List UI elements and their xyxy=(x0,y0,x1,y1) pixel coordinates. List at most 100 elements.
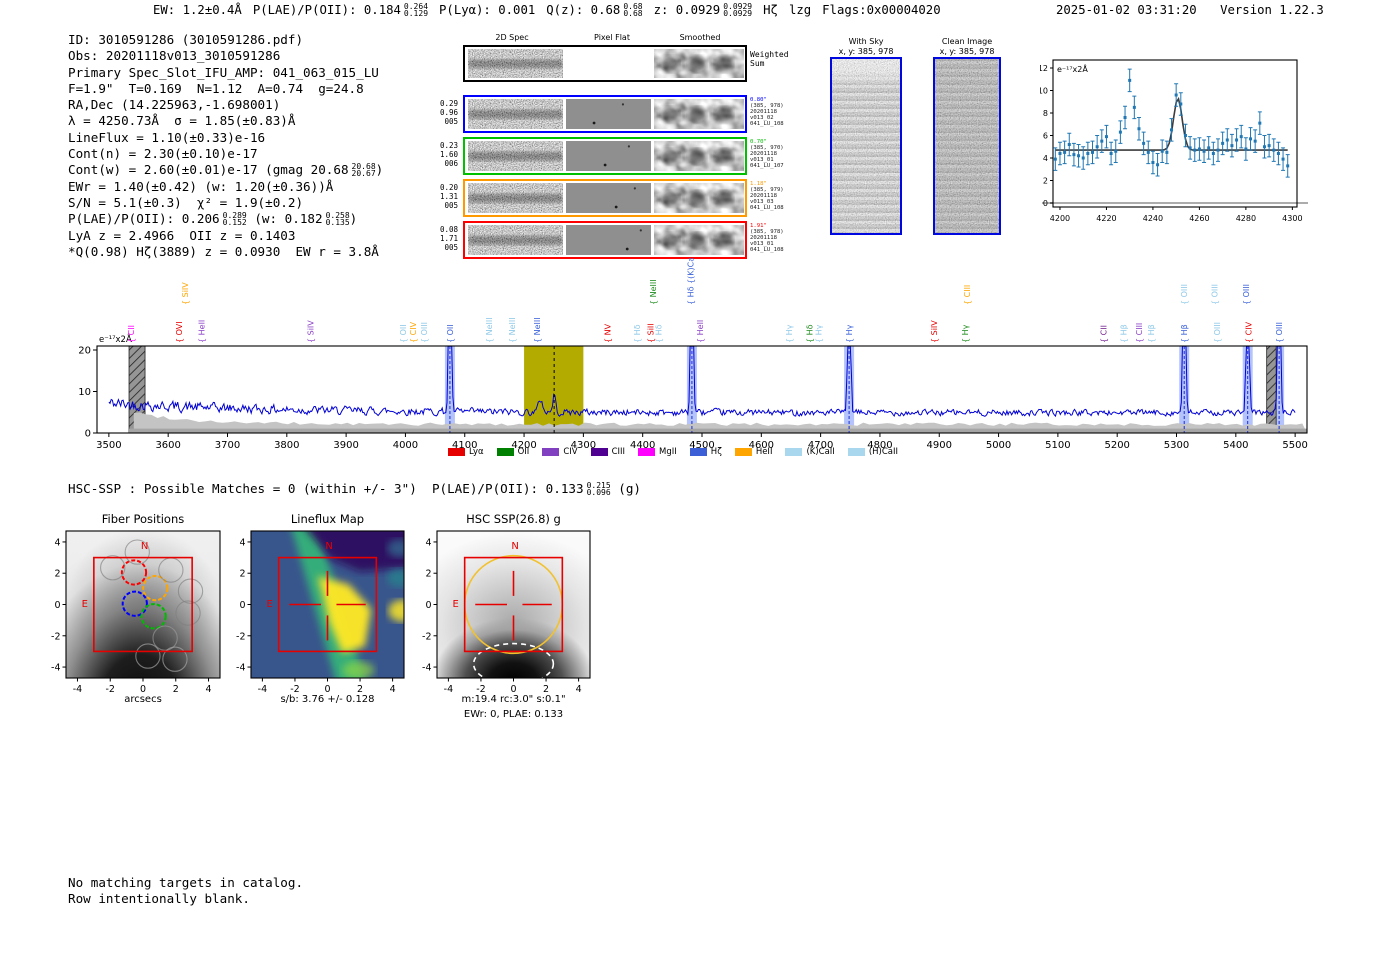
svg-text:2: 2 xyxy=(1043,177,1048,186)
cutout-row xyxy=(463,45,747,82)
cutout-right-label-line: 041_LU_107 xyxy=(750,163,784,169)
info-line: *Q(0.98) Hζ(3889) z = 0.0930 EW r = 3.8Å xyxy=(68,243,379,259)
svg-text:3500: 3500 xyxy=(96,440,121,451)
legend-item: Lyα xyxy=(448,447,484,457)
spectral-line-label: { SiIV xyxy=(181,282,190,305)
svg-text:10: 10 xyxy=(1040,87,1048,96)
spectral-line-label: { Hγ xyxy=(845,324,854,343)
cutout-left-label-line: 0.96 xyxy=(439,108,458,117)
cutout-left-label-line: 0.23 xyxy=(439,141,458,150)
fiber-positions-panel: Fiber Positions N E -4 -4 -2 -2 0 0 2 2 4 4 arcsecs xyxy=(40,510,240,740)
legend-swatch xyxy=(590,447,608,457)
header-metric: lzg xyxy=(789,3,811,17)
spectral-line-label: { Hβ xyxy=(1120,324,1129,343)
svg-text:3700: 3700 xyxy=(215,440,240,451)
spectral-line-label: { OVI xyxy=(175,321,184,343)
cutout-right-label-line: 041_LU_108 xyxy=(750,247,784,253)
header-metric: lzg xyxy=(788,3,812,17)
cutout-image-smooth xyxy=(654,225,744,255)
info-line: LyA z = 2.4966 OII z = 0.1403 xyxy=(68,227,296,243)
svg-text:2: 2 xyxy=(425,569,431,580)
footer-line: No matching targets in catalog. xyxy=(68,875,304,890)
clean-title: Clean Image x, y: 385, 978 xyxy=(940,37,995,56)
spectral-line-label: { OIII xyxy=(1275,322,1284,343)
cutout-row xyxy=(463,95,747,133)
info-line: (w: 0.182 xyxy=(246,211,323,227)
header-right: 2025-01-02 03:31:20 Version 1.22.3 xyxy=(1056,3,1324,17)
panel-caption: EWr: 0, PLAE: 0.133 xyxy=(463,709,564,720)
svg-text:20: 20 xyxy=(78,346,91,357)
header-metric: Hζ xyxy=(763,3,778,17)
svg-text:N: N xyxy=(141,541,148,552)
svg-text:E: E xyxy=(82,599,88,610)
cutout-col-header: Pixel Flat xyxy=(594,33,630,42)
full-spectrum-plot: 3500 3600 3700 3800 3900 4000 4100 4200 4300 4400… xyxy=(78,258,1308,451)
svg-text:4: 4 xyxy=(576,684,582,695)
svg-text:0: 0 xyxy=(239,600,245,611)
svg-text:-4: -4 xyxy=(422,663,431,674)
svg-text:10: 10 xyxy=(78,387,91,398)
header-metric: Q(z): 0.68 xyxy=(546,3,621,17)
legend-label: (H)CaII xyxy=(868,447,899,457)
panel-caption: s/b: 3.76 +/- 0.128 xyxy=(280,694,375,705)
svg-text:E: E xyxy=(267,599,273,610)
cutout-left-label: 0.23 1.60 006 xyxy=(420,141,458,168)
legend-item: CIII xyxy=(590,447,625,457)
svg-text:e⁻¹⁷x2Å: e⁻¹⁷x2Å xyxy=(1057,63,1088,74)
cutout-col-header: Smoothed xyxy=(679,33,721,42)
header-metrics: EW: 1.2±0.4Å P(LAE)/P(OII): 0.184 0.264 0.1… xyxy=(153,2,952,18)
legend-label: HeII xyxy=(755,447,773,457)
hsc-match-frac: 0.215 0.096 xyxy=(587,481,611,496)
hsc-cutout-panel: HSC SSP(26.8) g N E -4 -4 -2 -2 0 0 2 2 4 4 m:19.4 rc… xyxy=(415,510,615,740)
withsky-title: With Sky x, y: 385, 978 xyxy=(839,37,894,56)
cutout-image-flat xyxy=(566,183,651,213)
legend-item: MgII xyxy=(638,447,677,457)
svg-text:N: N xyxy=(511,541,518,552)
frac-bottom: 0.129 xyxy=(403,8,429,18)
spectral-line-label: { Hγ xyxy=(785,324,794,343)
line-fit-zoom-plot: 0 2 4 6 8 10 12 4200 4220 4240 4260 4280 4300 e⁻¹⁷x2Å xyxy=(1040,59,1308,223)
svg-text:E: E xyxy=(453,599,459,610)
header-metric: P(LAE)/P(OII): 0.184 0.264 0.129 xyxy=(253,2,429,18)
cutout-left-label-line: 0.29 xyxy=(439,99,458,108)
legend-swatch xyxy=(448,447,465,457)
cutout-image-smooth xyxy=(654,141,744,171)
spectral-line-label: { OIII xyxy=(420,322,429,343)
svg-text:4000: 4000 xyxy=(393,440,418,451)
cutout-left-label-line: 1.60 xyxy=(439,150,458,159)
info-line-frac: 0.289 0.152 xyxy=(222,211,247,227)
legend-swatch xyxy=(496,447,514,457)
info-line: Obs: 20201118v013_3010591286 xyxy=(68,48,281,64)
legend-swatch xyxy=(638,447,656,457)
svg-text:3900: 3900 xyxy=(333,440,358,451)
svg-text:-2: -2 xyxy=(105,684,114,695)
svg-text:5200: 5200 xyxy=(1104,440,1129,451)
spectral-line-label: { CIII xyxy=(963,285,972,305)
info-line: RA,Dec (14.225963,-1.698001) xyxy=(68,97,383,113)
spectral-line-label: { Hγ xyxy=(814,324,823,343)
frac-bottom: 0.152 xyxy=(222,217,247,227)
frac-bottom: 0.0929 xyxy=(723,8,753,18)
spectral-line-label: { NV xyxy=(604,323,613,343)
svg-text:4: 4 xyxy=(54,537,60,548)
svg-text:4900: 4900 xyxy=(927,440,952,451)
legend-swatch xyxy=(689,447,707,457)
legend-item: (H)CaII xyxy=(847,447,899,457)
svg-text:6: 6 xyxy=(1043,132,1048,141)
cutout-image-smooth xyxy=(654,183,744,213)
spectral-line-label: { OIII xyxy=(1213,322,1222,343)
info-line: Cont(n) = 2.30(±0.10)e-17 xyxy=(68,146,383,162)
cutout-left-label-line: 005 xyxy=(444,117,458,126)
legend-swatch xyxy=(847,447,865,457)
hsc-match-line: HSC-SSP : Possible Matches = 0 (within +… xyxy=(68,481,641,497)
cutout-left-label-line: 0.20 xyxy=(439,183,458,192)
spectral-line-label: { NeIII xyxy=(533,317,542,343)
spectral-line-label: { OII xyxy=(446,324,455,343)
cutout-right-label: 0.70" (385, 970) 20201118 v013_01 041_LU_107 xyxy=(750,139,810,169)
cutout-left-label: 0.08 1.71 005 xyxy=(420,225,458,252)
svg-text:-2: -2 xyxy=(236,631,245,642)
clean-image xyxy=(933,57,1001,235)
cutout-image-flat xyxy=(566,99,651,129)
header-metric: P(Lyα): 0.001 xyxy=(439,3,535,17)
info-line: Cont(n) = 2.30(±0.10)e-17 xyxy=(68,146,258,162)
